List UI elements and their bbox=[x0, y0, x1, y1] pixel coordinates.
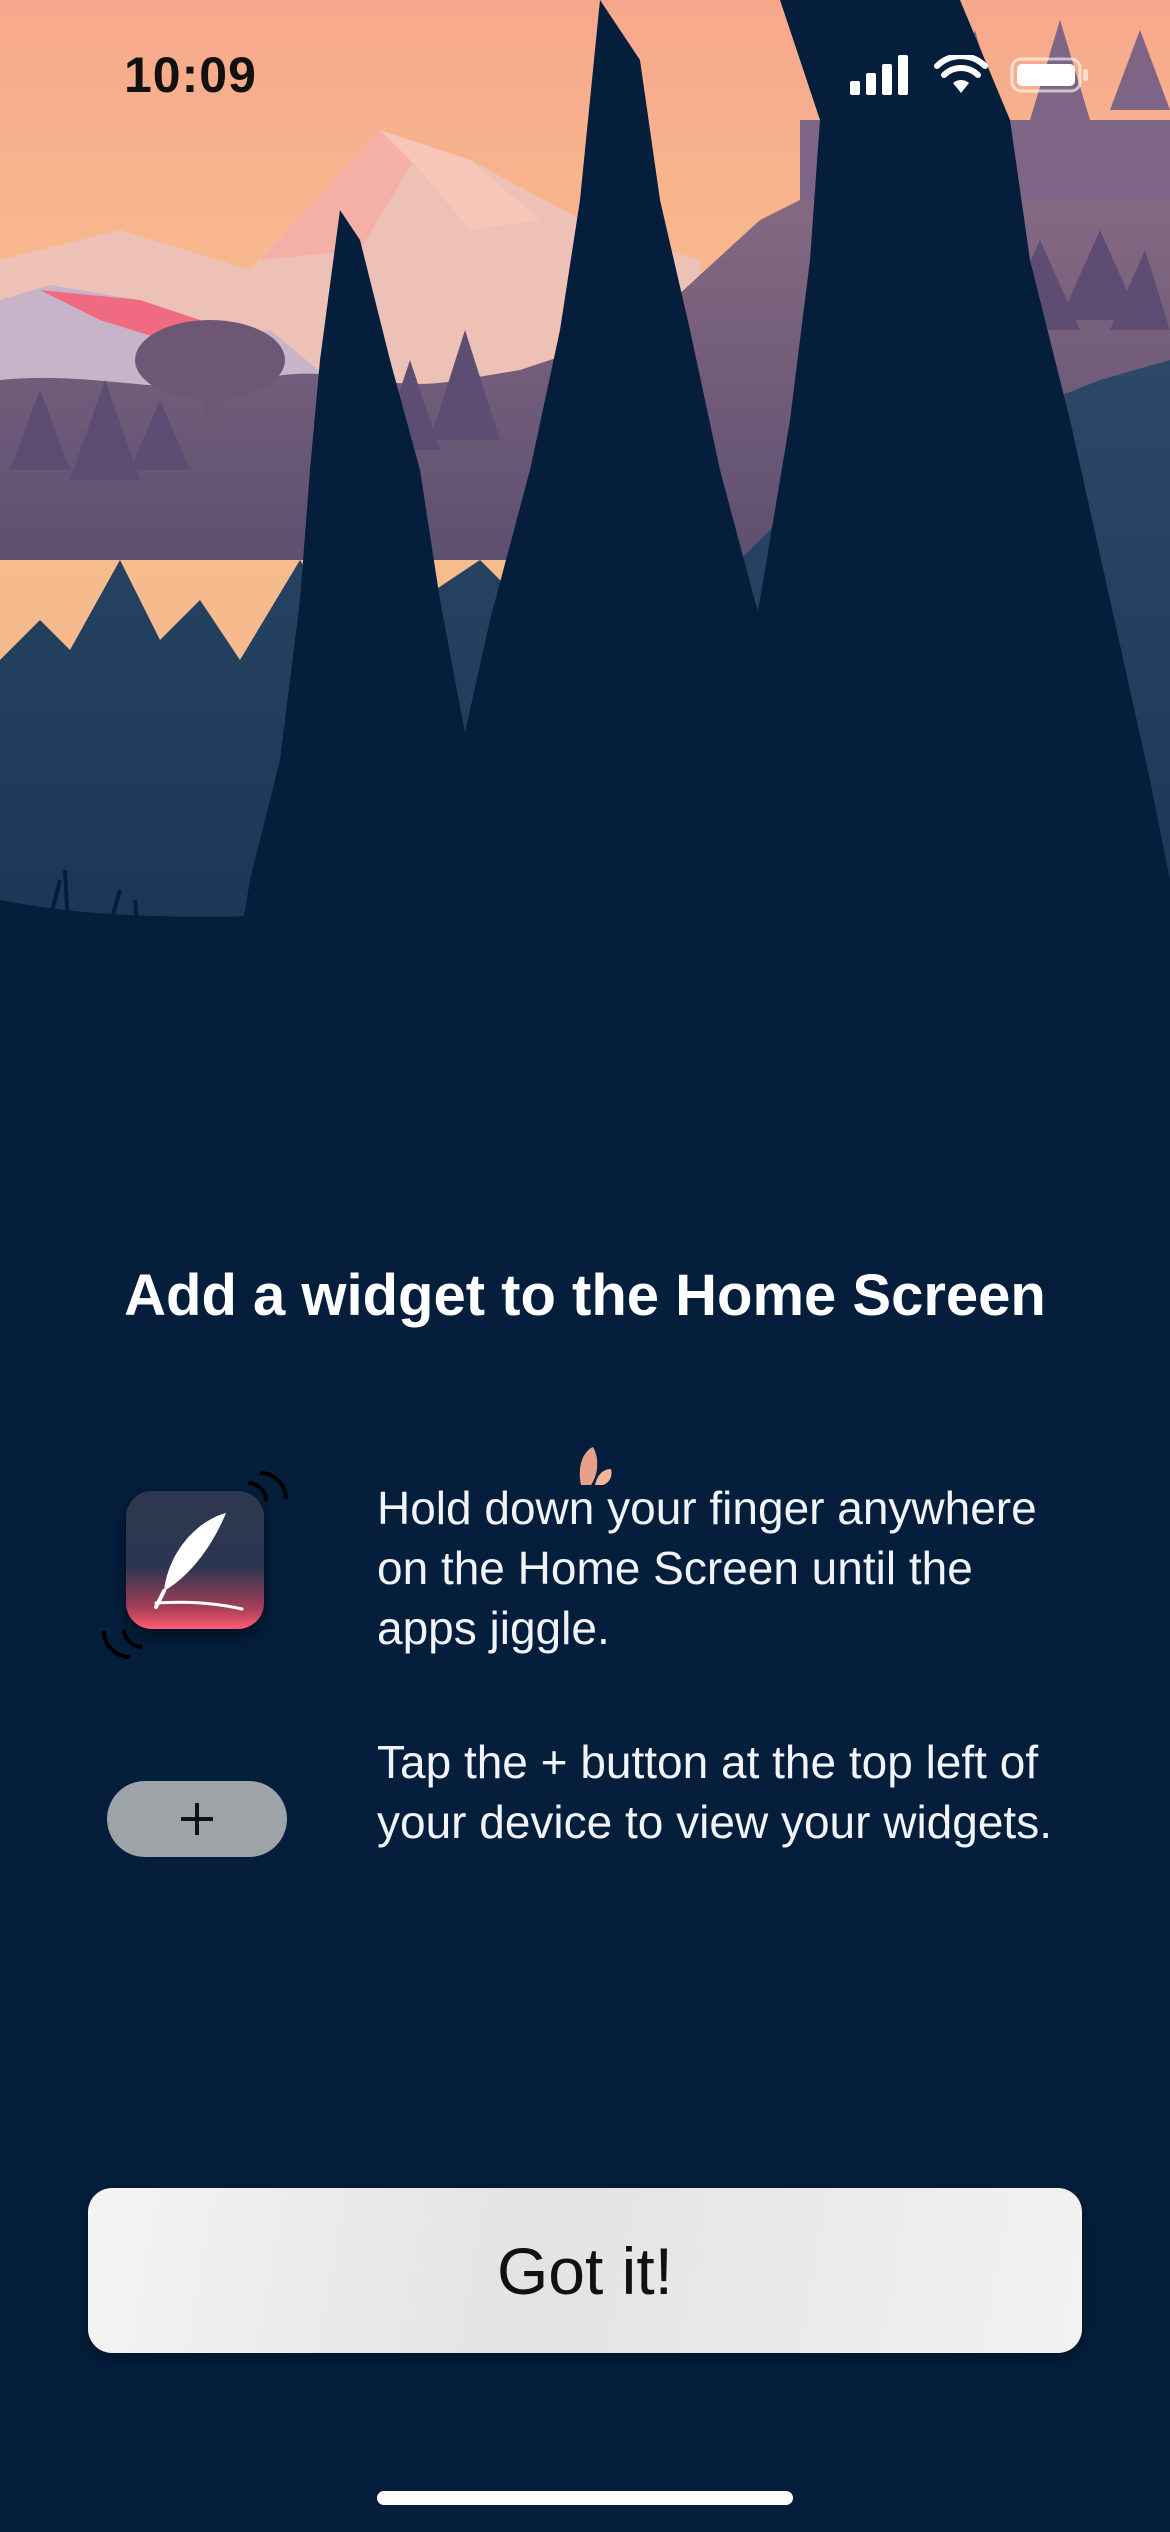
step-2-text: Tap the + button at the top left of your… bbox=[377, 1736, 1052, 1848]
step-1-text: Hold down your finger anywhere on the Ho… bbox=[377, 1482, 1037, 1654]
forest-illustration bbox=[0, 0, 1170, 1060]
wifi-icon bbox=[934, 52, 988, 100]
plus-button-icon bbox=[107, 1781, 287, 1857]
status-icons bbox=[850, 52, 1090, 100]
status-bar: 10:09 bbox=[0, 0, 1170, 150]
app-icon bbox=[126, 1491, 264, 1629]
jiggling-app-icon bbox=[90, 1465, 310, 1665]
feather-icon bbox=[154, 1513, 244, 1611]
got-it-button[interactable]: Got it! bbox=[88, 2188, 1082, 2353]
status-time: 10:09 bbox=[124, 47, 257, 103]
battery-icon bbox=[1010, 55, 1090, 100]
page-title: Add a widget to the Home Screen bbox=[124, 1263, 1046, 1328]
cellular-signal-icon bbox=[850, 54, 912, 100]
home-indicator[interactable] bbox=[377, 2491, 793, 2505]
